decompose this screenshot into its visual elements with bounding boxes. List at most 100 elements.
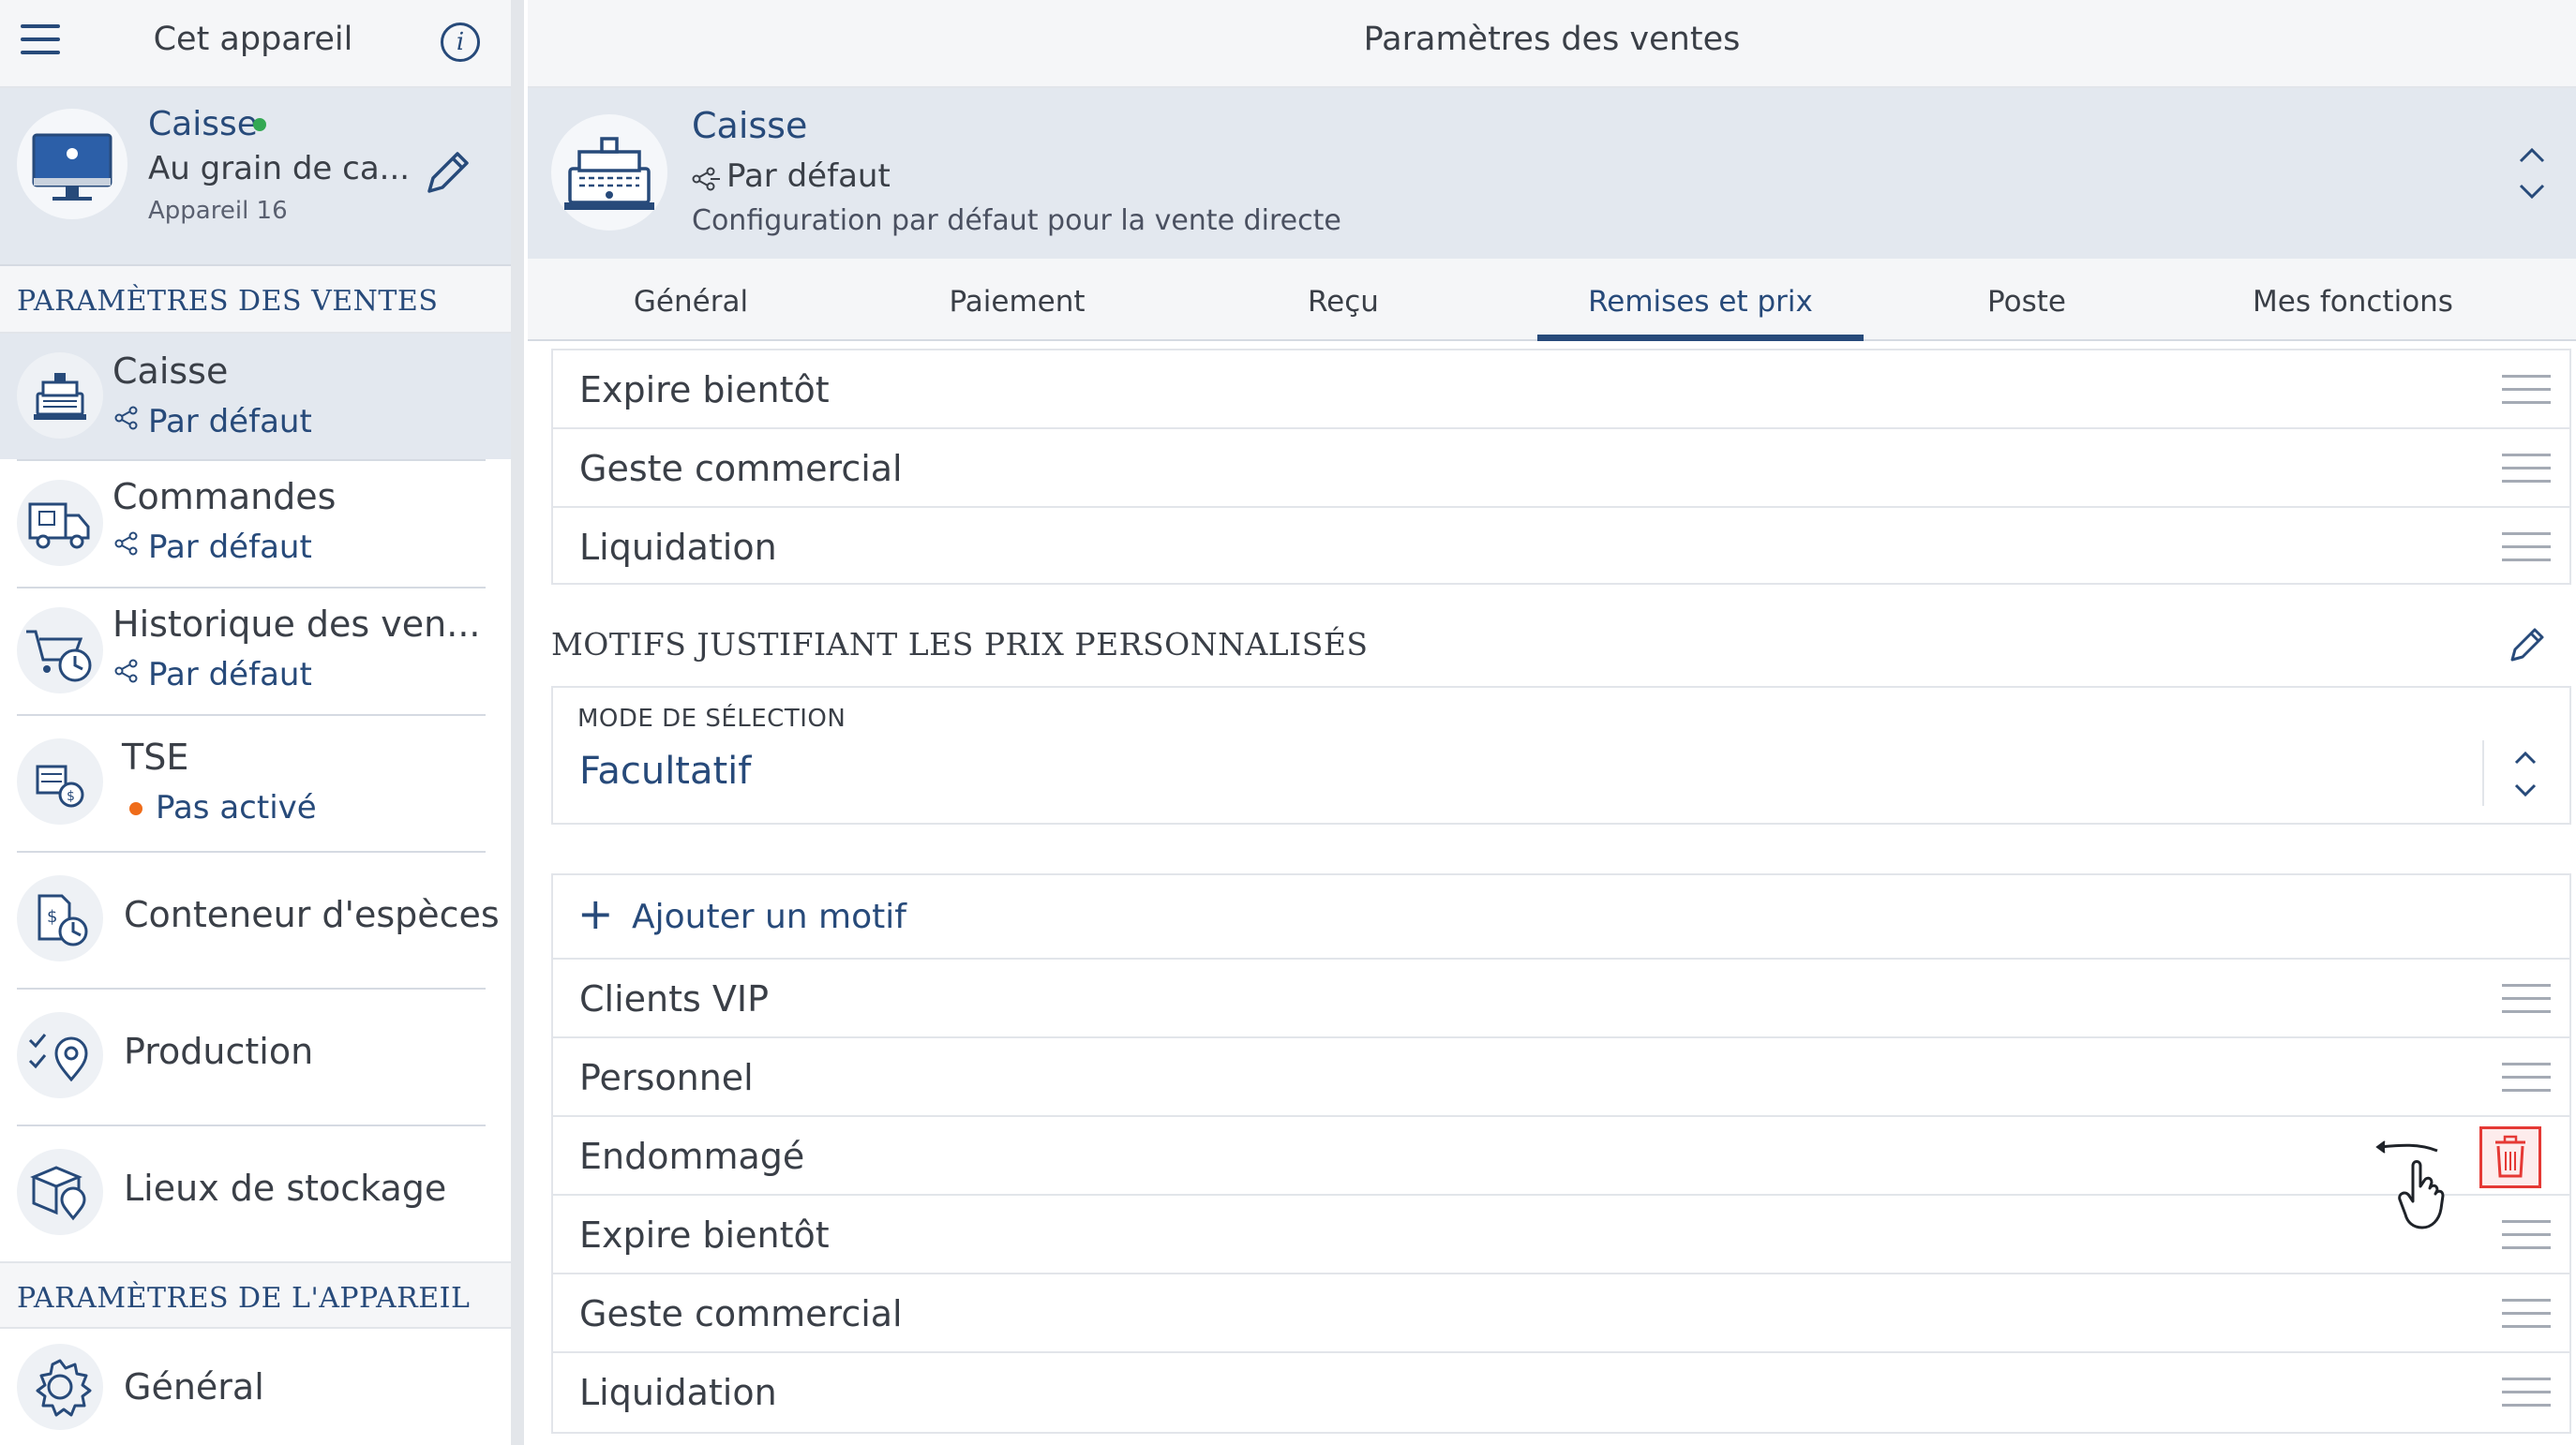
- device-name: Caisse: [148, 105, 258, 143]
- info-icon[interactable]: i: [441, 22, 480, 62]
- list-item[interactable]: Liquidation: [553, 1353, 2569, 1432]
- share-icon: [114, 654, 139, 692]
- config-description: Configuration par défaut pour la vente d…: [692, 204, 1341, 237]
- add-reason-label: Ajouter un motif: [632, 898, 906, 936]
- device-number: Appareil 16: [148, 197, 288, 225]
- drag-handle-icon[interactable]: [2502, 454, 2551, 484]
- share-icon: [114, 527, 139, 564]
- sidebar-item-caisse[interactable]: Caisse Par défaut: [0, 334, 511, 459]
- plus-icon: +: [577, 888, 614, 939]
- sidebar-item-conteneur-especes[interactable]: $ Conteneur d'espèces: [0, 851, 511, 988]
- chevron-up-down-icon[interactable]: [2513, 141, 2551, 206]
- sidebar-item-lieux-stockage[interactable]: Lieux de stockage: [0, 1125, 511, 1261]
- tab-general[interactable]: Général: [528, 259, 854, 341]
- add-reason-button[interactable]: + Ajouter un motif: [553, 875, 2569, 960]
- list-item-label: Endommagé: [579, 1136, 805, 1177]
- list-item[interactable]: Expire bientôt: [553, 350, 2569, 429]
- list-item[interactable]: Endommagé: [553, 1117, 2569, 1196]
- cart-history-icon: [17, 607, 103, 693]
- sidebar-item-label: Conteneur d'espèces: [124, 894, 500, 935]
- sidebar-item-production[interactable]: Production: [0, 988, 511, 1125]
- delivery-truck-icon: [17, 480, 103, 566]
- tab-remises-et-prix[interactable]: Remises et prix: [1537, 259, 1864, 341]
- tse-icon: $: [17, 738, 103, 825]
- sales-settings-section-title: PARAMÈTRES DES VENTES: [0, 266, 511, 334]
- svg-text:$: $: [67, 789, 75, 804]
- list-item[interactable]: Geste commercial: [553, 429, 2569, 508]
- sidebar-item-label: TSE: [122, 737, 189, 778]
- delete-button[interactable]: [2479, 1126, 2541, 1188]
- share-icon: [114, 401, 139, 439]
- inactive-status-dot: [129, 802, 142, 815]
- divider: [17, 459, 486, 461]
- sidebar-item-sublabel: Par défaut: [148, 656, 312, 693]
- device-card[interactable]: Caisse Au grain de ca... Appareil 16: [0, 88, 511, 266]
- storage-locations-icon: [17, 1149, 103, 1235]
- list-item-label: Expire bientôt: [579, 1214, 830, 1256]
- drag-handle-icon[interactable]: [2502, 375, 2551, 405]
- pencil-icon[interactable]: [420, 146, 474, 201]
- sidebar-item-label: Général: [124, 1366, 264, 1408]
- sidebar-item-general[interactable]: Général: [0, 1329, 511, 1445]
- list-item-label: Geste commercial: [579, 448, 903, 489]
- sidebar-item-label: Lieux de stockage: [124, 1168, 447, 1209]
- price-reasons-list: + Ajouter un motif Clients VIP Personnel…: [551, 873, 2571, 1434]
- drag-handle-icon[interactable]: [2502, 1063, 2551, 1093]
- tab-recu[interactable]: Reçu: [1180, 259, 1506, 341]
- selection-mode-select[interactable]: MODE DE SÉLECTION Facultatif: [551, 686, 2571, 825]
- drag-handle-icon[interactable]: [2502, 532, 2551, 562]
- production-icon: [17, 1012, 103, 1098]
- list-item-label: Liquidation: [579, 1372, 777, 1413]
- tab-mes-fonctions[interactable]: Mes fonctions: [2190, 259, 2516, 341]
- drag-handle-icon[interactable]: [2502, 1378, 2551, 1408]
- sidebar-item-sublabel: Par défaut: [148, 529, 312, 566]
- divider: [17, 851, 486, 853]
- hamburger-menu-icon[interactable]: [21, 24, 62, 62]
- pencil-icon[interactable]: [2505, 622, 2550, 667]
- main-header: Paramètres des ventes: [528, 0, 2576, 88]
- share-icon: [692, 167, 720, 195]
- list-item[interactable]: Geste commercial: [553, 1274, 2569, 1353]
- list-item[interactable]: Liquidation: [553, 508, 2569, 587]
- sidebar-item-historique[interactable]: Historique des ven... Par défaut: [0, 587, 511, 714]
- config-name: Caisse: [692, 105, 808, 146]
- list-item[interactable]: Expire bientôt: [553, 1196, 2569, 1274]
- select-label: MODE DE SÉLECTION: [577, 705, 846, 733]
- sidebar-item-label: Caisse: [112, 350, 229, 392]
- swipe-hand-icon: [2372, 1134, 2475, 1237]
- list-item[interactable]: Personnel: [553, 1038, 2569, 1117]
- list-item-label: Personnel: [579, 1057, 754, 1098]
- divider: [17, 714, 486, 716]
- cash-register-icon: [551, 114, 667, 231]
- list-item-label: Clients VIP: [579, 978, 770, 1020]
- sidebar-item-sublabel: Par défaut: [148, 403, 312, 440]
- tab-poste[interactable]: Poste: [1864, 259, 2190, 341]
- drag-handle-icon[interactable]: [2502, 1220, 2551, 1250]
- drag-handle-icon[interactable]: [2502, 1299, 2551, 1329]
- list-item[interactable]: Clients VIP: [553, 960, 2569, 1038]
- sidebar-item-label: Commandes: [112, 476, 337, 517]
- page-title: Paramètres des ventes: [1363, 21, 1741, 58]
- drag-handle-icon[interactable]: [2502, 984, 2551, 1014]
- select-value: Facultatif: [579, 750, 752, 793]
- divider: [17, 1125, 486, 1126]
- sidebar-item-tse[interactable]: $ TSE Pas activé: [0, 714, 511, 851]
- device-settings-section-title: PARAMÈTRES DE L'APPAREIL: [0, 1261, 511, 1329]
- panel-splitter[interactable]: [511, 0, 524, 1445]
- config-card[interactable]: Caisse Par défaut Configuration par défa…: [528, 88, 2576, 259]
- tab-bar: Général Paiement Reçu Remises et prix Po…: [528, 259, 2576, 341]
- device-store: Au grain de ca...: [148, 150, 411, 187]
- sidebar-item-label: Production: [124, 1031, 314, 1072]
- computer-icon: [17, 109, 127, 219]
- tab-paiement[interactable]: Paiement: [854, 259, 1180, 341]
- sidebar-item-commandes[interactable]: Commandes Par défaut: [0, 459, 511, 587]
- sidebar-header: Cet appareil i: [0, 0, 511, 88]
- cash-container-icon: $: [17, 875, 103, 961]
- cash-register-icon: [17, 352, 103, 439]
- divider: [17, 587, 486, 588]
- section-title: MOTIFS JUSTIFIANT LES PRIX PERSONNALISÉS: [551, 626, 1369, 663]
- discount-reasons-list: Expire bientôt Geste commercial Liquidat…: [551, 349, 2571, 585]
- gear-icon: [17, 1344, 103, 1430]
- chevron-up-down-icon[interactable]: [2509, 744, 2542, 804]
- list-item-label: Liquidation: [579, 527, 777, 568]
